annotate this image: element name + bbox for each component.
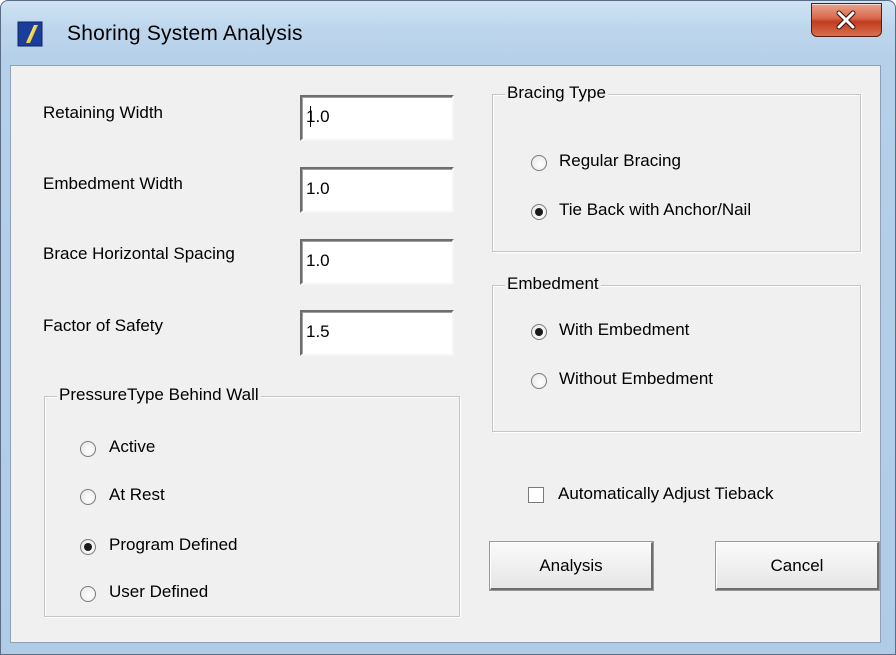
factor-of-safety-value: 1.5 [306,322,330,341]
retaining-width-label: Retaining Width [43,103,164,122]
radio-user-defined-label: User Defined [109,582,209,601]
embedment-width-value: 1.0 [306,179,330,198]
auto-adjust-tieback-checkbox[interactable] [528,487,544,503]
auto-adjust-tieback-label: Automatically Adjust Tieback [558,484,774,503]
factor-of-safety-input[interactable]: 1.5 [300,310,454,356]
radio-with-embedment-label: With Embedment [559,320,690,339]
radio-with-embedment[interactable] [531,324,547,340]
embedment-width-label: Embedment Width [43,174,183,193]
pressure-type-group: PressureType Behind Wall Active At Rest … [44,385,460,617]
radio-without-embedment-label: Without Embedment [559,369,714,388]
window-title: Shoring System Analysis [67,22,303,45]
brace-horizontal-spacing-value: 1.0 [306,251,330,270]
radio-tie-back-label: Tie Back with Anchor/Nail [559,200,752,219]
bracing-type-group: Bracing Type Regular Bracing Tie Back wi… [492,83,861,252]
cancel-button[interactable]: Cancel [716,542,879,590]
close-button[interactable] [811,3,882,37]
bracing-type-group-title: Bracing Type [505,83,608,103]
dialog-body: Retaining Width 1.0 Embedment Width 1.0 … [10,65,881,643]
title-bar[interactable]: Shoring System Analysis [1,1,895,61]
factor-of-safety-label: Factor of Safety [43,316,163,335]
brace-horizontal-spacing-input[interactable]: 1.0 [300,239,454,285]
radio-regular-bracing[interactable] [531,155,547,171]
radio-at-rest[interactable] [80,489,96,505]
radio-tie-back[interactable] [531,204,547,220]
radio-program-defined-label: Program Defined [109,535,238,554]
embedment-group: Embedment With Embedment Without Embedme… [492,274,861,432]
retaining-width-input[interactable]: 1.0 [300,95,454,141]
embedment-group-title: Embedment [505,274,601,294]
radio-regular-bracing-label: Regular Bracing [559,151,681,170]
text-caret [310,106,311,127]
radio-active[interactable] [80,441,96,457]
radio-without-embedment[interactable] [531,373,547,389]
radio-at-rest-label: At Rest [109,485,165,504]
analysis-button[interactable]: Analysis [490,542,653,590]
radio-program-defined[interactable] [80,539,96,555]
close-icon [836,10,856,30]
embedment-width-input[interactable]: 1.0 [300,167,454,213]
radio-active-label: Active [109,437,156,456]
dialog-window: Shoring System Analysis Retaining Width … [0,0,896,655]
brace-horizontal-spacing-label: Brace Horizontal Spacing [43,244,235,263]
radio-user-defined[interactable] [80,586,96,602]
app-icon [17,21,43,47]
pressure-type-group-title: PressureType Behind Wall [57,385,261,405]
